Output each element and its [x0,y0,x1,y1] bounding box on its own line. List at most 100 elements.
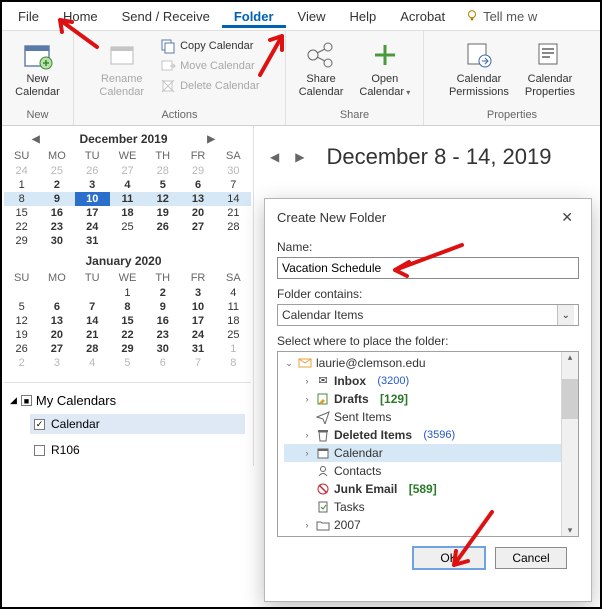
calendar-day[interactable]: 6 [180,178,215,192]
calendar-day[interactable]: 10 [75,192,110,206]
calendar-properties-button[interactable]: CalendarProperties [521,37,579,100]
calendar-day[interactable]: 21 [75,328,110,342]
calendar-day[interactable]: 26 [145,220,180,234]
calendar-day[interactable]: 12 [4,314,39,328]
calendar-day[interactable]: 6 [145,356,180,370]
calendar-day[interactable]: 12 [145,192,180,206]
calendar-day[interactable]: 16 [145,314,180,328]
calendar-day[interactable]: 1 [110,286,145,300]
calendar-day[interactable]: 13 [180,192,215,206]
tree-2008[interactable]: ›2008 [284,534,578,537]
tree-inbox[interactable]: ›✉Inbox (3200) [284,372,578,390]
tree-sent[interactable]: Sent Items [284,408,578,426]
tree-tasks[interactable]: Tasks [284,498,578,516]
calendar-day[interactable]: 17 [75,206,110,220]
calendar-day[interactable]: 18 [110,206,145,220]
my-calendars-header[interactable]: ◢ ■ My Calendars [10,393,245,408]
calendar-day[interactable]: 26 [75,164,110,178]
calendar-day[interactable]: 7 [75,300,110,314]
calendar-item-calendar[interactable]: ✓ Calendar [30,414,245,434]
tree-scrollbar[interactable]: ▴ ▾ [561,352,578,536]
calendar-day[interactable]: 30 [145,342,180,356]
calendar-day[interactable]: 5 [110,356,145,370]
calendar-day[interactable]: 23 [39,220,74,234]
calendar-day[interactable]: 1 [216,342,251,356]
calendar-day[interactable]: 22 [4,220,39,234]
calendar-day[interactable]: 14 [75,314,110,328]
calendar-day[interactable] [75,286,110,300]
calendar-day[interactable]: 27 [39,342,74,356]
next-month-button[interactable]: ▶ [201,134,221,145]
calendar-day[interactable]: 6 [39,300,74,314]
calendar-day[interactable]: 30 [216,164,251,178]
calendar-permissions-button[interactable]: CalendarPermissions [445,37,513,100]
ok-button[interactable]: OK [413,547,485,569]
calendar-day[interactable]: 22 [110,328,145,342]
copy-calendar-button[interactable]: Copy Calendar [156,37,264,55]
tab-acrobat[interactable]: Acrobat [388,5,457,28]
calendar-day[interactable]: 23 [145,328,180,342]
calendar-day[interactable] [180,234,215,248]
tree-junk[interactable]: Junk Email [589] [284,480,578,498]
calendar-day[interactable] [145,234,180,248]
calendar-day[interactable]: 18 [216,314,251,328]
calendar-day[interactable]: 29 [4,234,39,248]
calendar-day[interactable] [39,286,74,300]
calendar-day[interactable]: 24 [75,220,110,234]
calendar-day[interactable]: 15 [4,206,39,220]
calendar-day[interactable]: 16 [39,206,74,220]
calendar-day[interactable]: 11 [216,300,251,314]
calendar-day[interactable]: 3 [180,286,215,300]
calendar-day[interactable]: 21 [216,206,251,220]
calendar-day[interactable]: 4 [75,356,110,370]
prev-month-button[interactable]: ◀ [26,134,46,145]
folder-tree[interactable]: ⌄laurie@clemson.edu ›✉Inbox (3200) ›Draf… [277,351,579,537]
calendar-day[interactable]: 2 [145,286,180,300]
calendar-item-r106[interactable]: R106 [30,440,245,460]
calendar-day[interactable]: 8 [216,356,251,370]
calendar-day[interactable]: 14 [216,192,251,206]
calendar-day[interactable]: 11 [110,192,145,206]
calendar-day[interactable]: 28 [145,164,180,178]
tab-folder[interactable]: Folder [222,5,286,28]
calendar-checkbox-2[interactable] [34,445,45,456]
calendar-day[interactable]: 7 [216,178,251,192]
name-input[interactable] [277,257,579,279]
calendar-day[interactable]: 17 [180,314,215,328]
open-calendar-button[interactable]: OpenCalendar ▾ [355,37,414,100]
calendar-day[interactable]: 4 [110,178,145,192]
calendar-day[interactable]: 19 [145,206,180,220]
calendar-day[interactable]: 25 [216,328,251,342]
calendar-day[interactable]: 3 [39,356,74,370]
tab-view[interactable]: View [286,5,338,28]
next-range-button[interactable]: ▶ [295,150,304,164]
calendar-day[interactable]: 3 [75,178,110,192]
calendar-day[interactable]: 5 [4,300,39,314]
new-calendar-button[interactable]: NewCalendar [11,37,64,100]
tab-help[interactable]: Help [338,5,389,28]
share-calendar-button[interactable]: ShareCalendar [295,37,348,100]
calendar-day[interactable]: 20 [39,328,74,342]
tree-root[interactable]: ⌄laurie@clemson.edu [284,354,578,372]
scroll-up-icon[interactable]: ▴ [568,352,573,363]
calendar-day[interactable]: 24 [4,164,39,178]
calendar-day[interactable]: 8 [4,192,39,206]
mini-calendar-december[interactable]: SUMOTUWETHFRSA24252627282930123456789101… [4,148,251,248]
calendar-day[interactable]: 25 [39,164,74,178]
close-button[interactable]: ✕ [555,209,579,226]
calendar-day[interactable]: 5 [145,178,180,192]
calendar-day[interactable]: 31 [75,234,110,248]
calendar-day[interactable]: 20 [180,206,215,220]
tree-calendar[interactable]: ›Calendar [284,444,578,462]
prev-range-button[interactable]: ◀ [270,150,279,164]
calendar-day[interactable]: 15 [110,314,145,328]
calendar-day[interactable]: 10 [180,300,215,314]
scroll-down-icon[interactable]: ▾ [568,525,573,536]
calendar-day[interactable]: 31 [180,342,215,356]
calendar-day[interactable]: 9 [39,192,74,206]
calendar-day[interactable]: 29 [180,164,215,178]
my-calendars-checkbox[interactable]: ■ [21,395,32,406]
calendar-day[interactable]: 27 [180,220,215,234]
calendar-day[interactable]: 26 [4,342,39,356]
tab-home[interactable]: Home [51,5,110,28]
